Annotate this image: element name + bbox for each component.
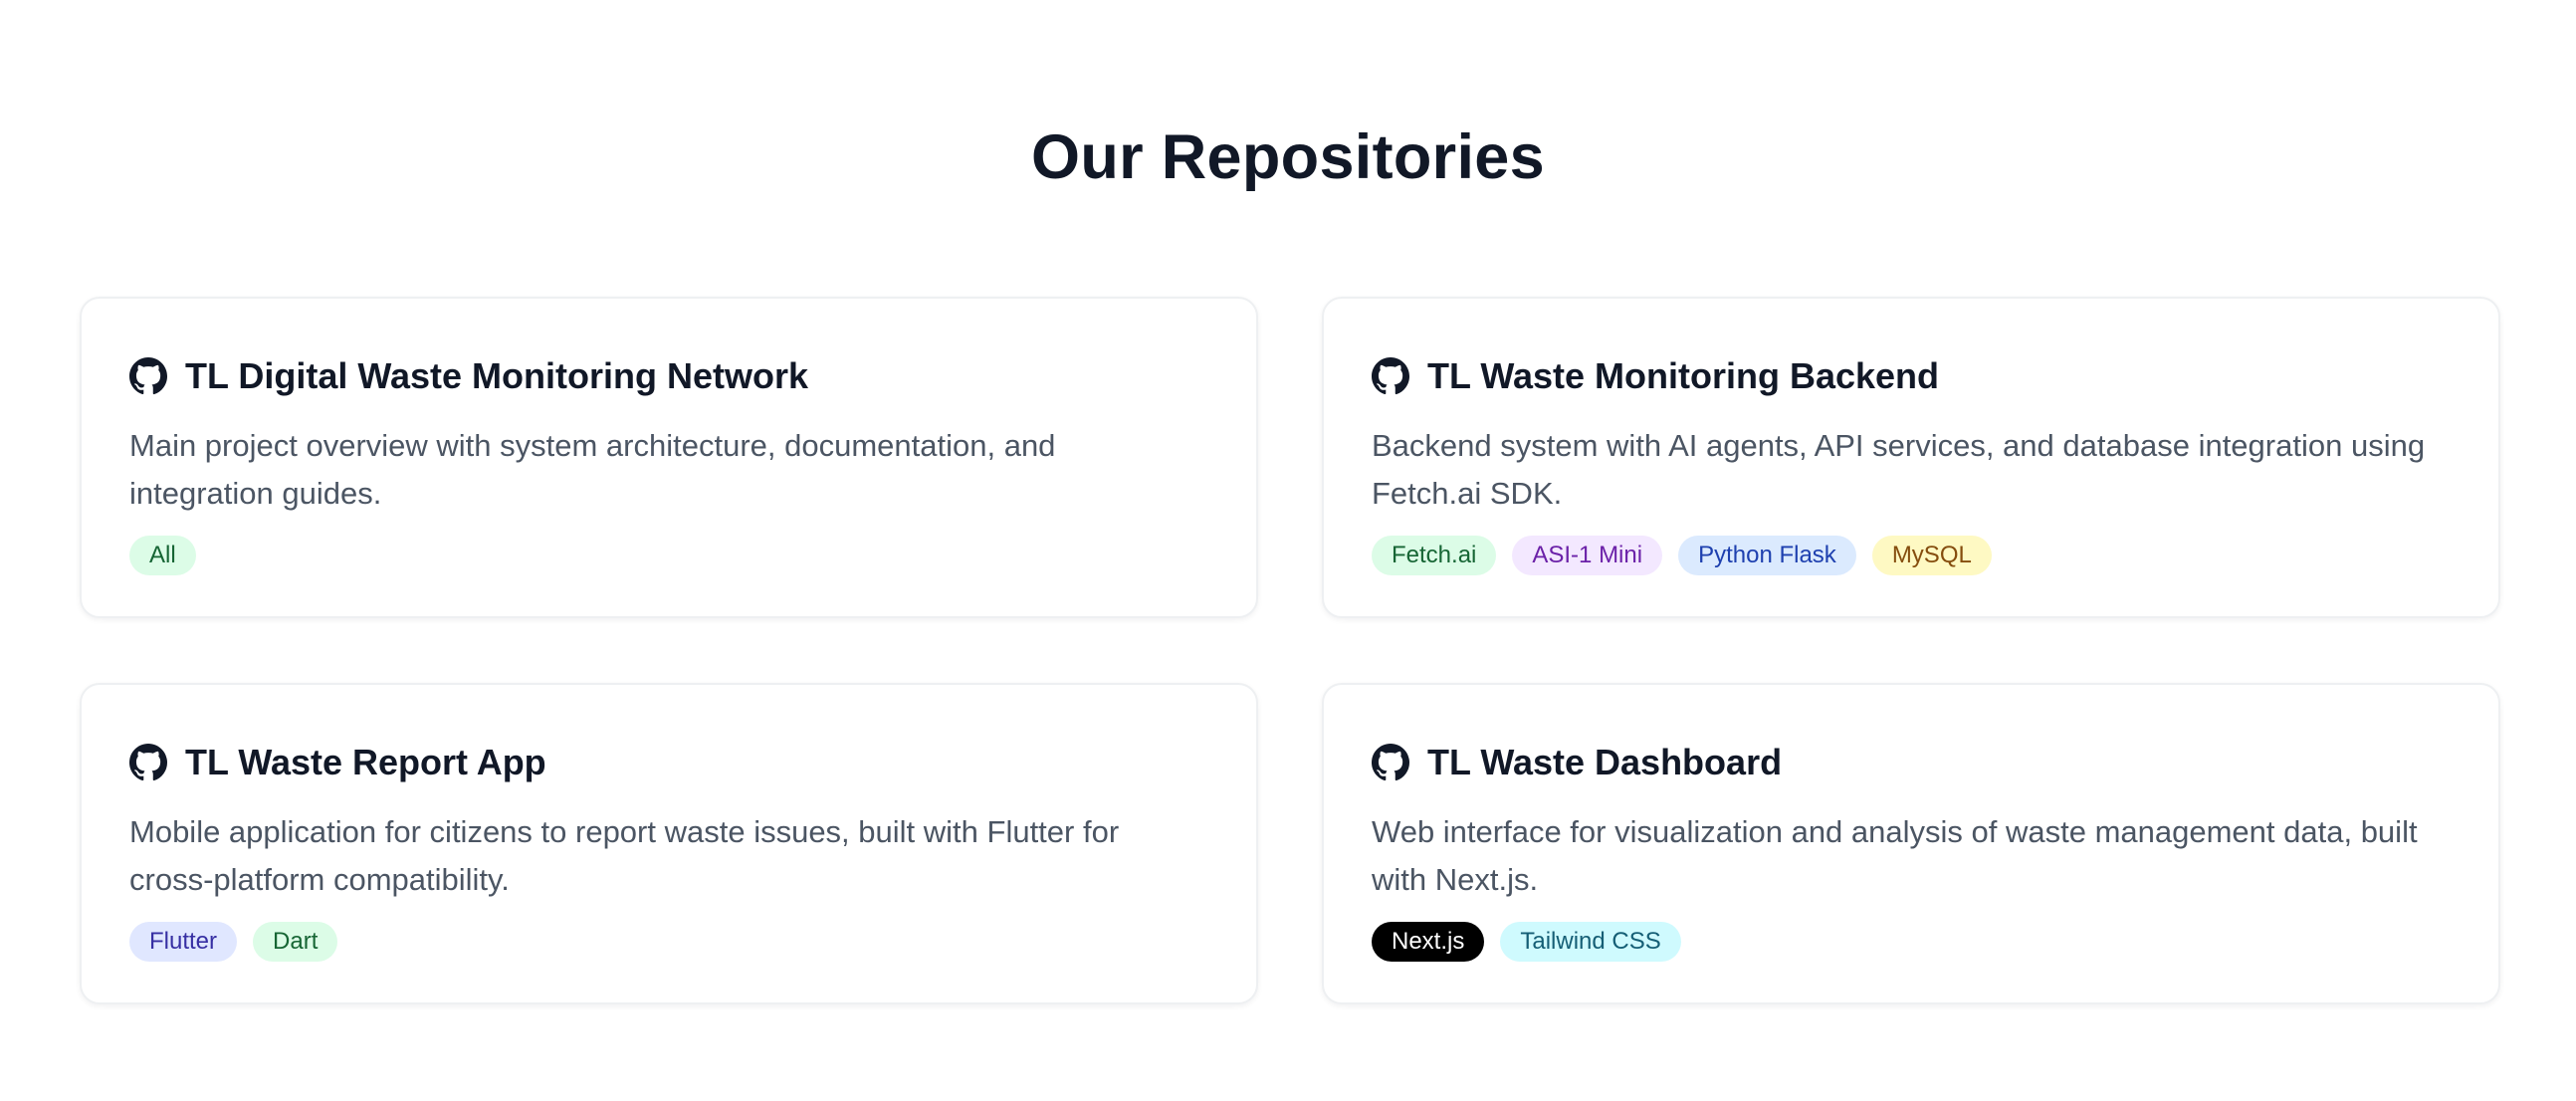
github-icon [1372, 357, 1409, 395]
tech-tag: Tailwind CSS [1500, 922, 1681, 962]
repo-card[interactable]: TL Digital Waste Monitoring Network Main… [80, 297, 1258, 618]
repo-card-header: TL Waste Dashboard [1372, 739, 2451, 786]
repo-card-header: TL Digital Waste Monitoring Network [129, 352, 1208, 400]
tech-tag: Dart [253, 922, 338, 962]
repo-card-header: TL Waste Report App [129, 739, 1208, 786]
tech-tag: Fetch.ai [1372, 536, 1497, 575]
repo-card-header: TL Waste Monitoring Backend [1372, 352, 2451, 400]
repo-title[interactable]: TL Waste Report App [185, 742, 546, 783]
section-title: Our Repositories [1031, 122, 1545, 192]
repo-description: Web interface for visualization and anal… [1372, 814, 2418, 897]
repo-tags: Fetch.ai ASI-1 Mini Python Flask MySQL [1372, 536, 2451, 575]
repo-tags: All [129, 536, 1208, 575]
tech-tag: Flutter [129, 922, 238, 962]
tech-tag: Python Flask [1678, 536, 1856, 575]
repo-tags: Flutter Dart [129, 922, 1208, 962]
repo-card[interactable]: TL Waste Dashboard Web interface for vis… [1322, 683, 2500, 1004]
tech-tag: MySQL [1871, 536, 1992, 575]
repositories-section: Our Repositories TL Digital Waste Monito… [0, 0, 2576, 1101]
tech-tag: Next.js [1372, 922, 1485, 962]
repo-description: Mobile application for citizens to repor… [129, 814, 1120, 897]
repo-description: Backend system with AI agents, API servi… [1372, 428, 2426, 511]
tech-tag: All [129, 536, 196, 575]
github-icon [1372, 744, 1409, 781]
github-icon [129, 744, 167, 781]
repo-title[interactable]: TL Waste Monitoring Backend [1427, 355, 1939, 397]
repo-title[interactable]: TL Waste Dashboard [1427, 742, 1782, 783]
repo-title[interactable]: TL Digital Waste Monitoring Network [185, 355, 808, 397]
repo-tags: Next.js Tailwind CSS [1372, 922, 2451, 962]
repo-card[interactable]: TL Waste Report App Mobile application f… [80, 683, 1258, 1004]
github-icon [129, 357, 167, 395]
tech-tag: ASI-1 Mini [1512, 536, 1663, 575]
repo-description: Main project overview with system archit… [129, 428, 1056, 511]
repo-card[interactable]: TL Waste Monitoring Backend Backend syst… [1322, 297, 2500, 618]
